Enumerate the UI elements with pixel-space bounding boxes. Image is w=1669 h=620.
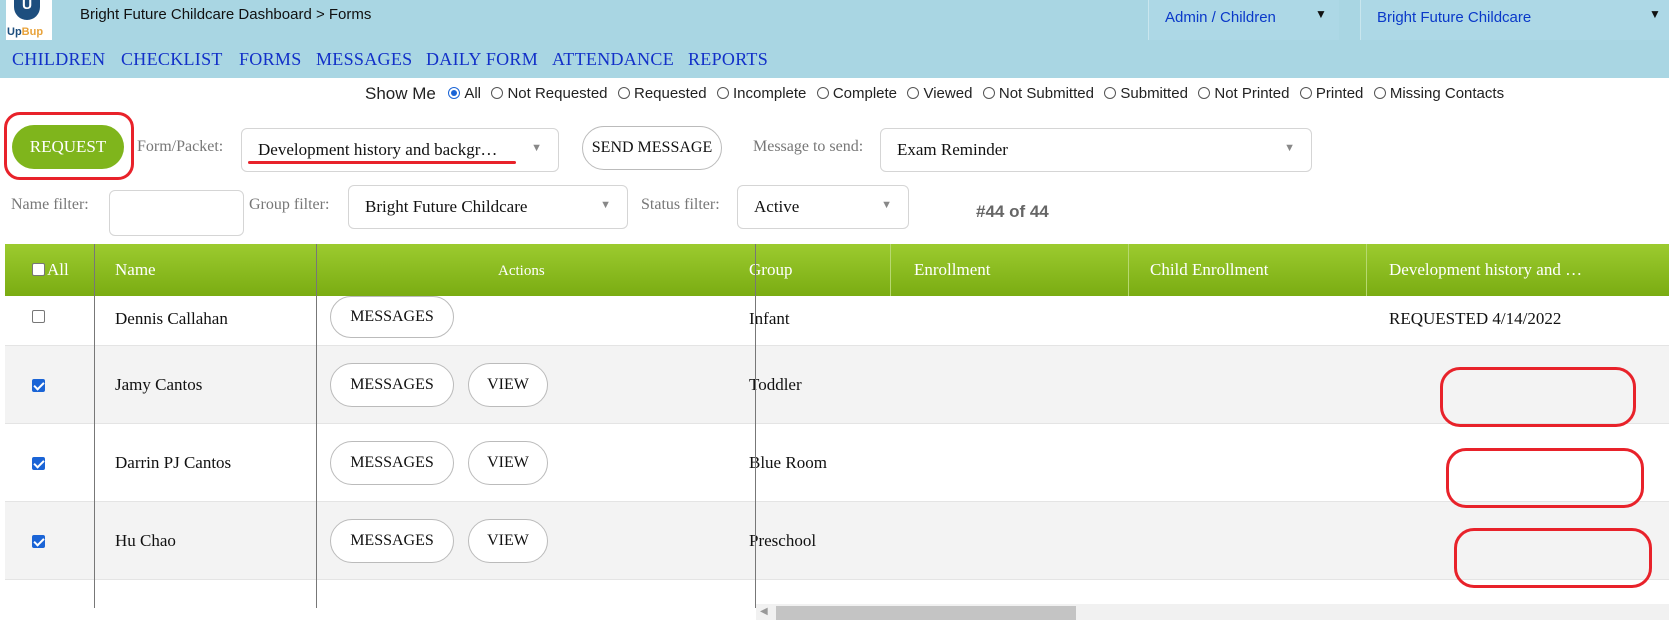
main-nav: CHILDREN CHECKLIST FORMS MESSAGES DAILY … [0,40,1669,78]
row-checkbox[interactable] [32,457,45,470]
nav-forms[interactable]: FORMS [239,49,302,70]
chevron-down-icon: ▼ [600,199,611,211]
header-all: All [47,260,69,279]
breadcrumb: Bright Future Childcare Dashboard > Form… [80,6,372,23]
header-development-history[interactable]: Development history and … [1389,260,1582,280]
form-packet-label: Form/Packet: [137,138,224,155]
child-group: Preschool [749,531,817,550]
annotation-circle [1454,528,1652,588]
form-packet-select[interactable]: Development history and backgr… ▼ [241,128,559,172]
group-filter-select[interactable]: Bright Future Childcare ▼ [348,185,628,229]
table-row[interactable]: Dennis Callahan MESSAGES Infant REQUESTE… [5,296,1669,346]
child-group: Toddler [749,375,802,394]
status-filter-label: Status filter: [641,196,720,213]
column-divider [316,244,317,608]
messages-button[interactable]: MESSAGES [330,363,454,407]
messages-button[interactable]: MESSAGES [330,296,454,338]
role-select[interactable]: Admin / Children ▼ [1148,0,1339,40]
horizontal-scrollbar[interactable]: ◀ [756,604,1669,620]
result-count: #44 of 44 [976,202,1049,221]
radio-not-printed[interactable]: Not Printed [1198,85,1289,102]
name-filter-label: Name filter: [11,196,89,213]
dev-history-status[interactable]: REQUESTED 4/14/2022 [1389,309,1561,329]
chevron-down-icon: ▼ [1284,142,1295,154]
table-header: All Name Actions Group Enrollment Child … [5,244,1669,296]
messages-button[interactable]: MESSAGES [330,519,454,563]
messages-button[interactable]: MESSAGES [330,441,454,485]
send-message-button[interactable]: SEND MESSAGE [582,126,722,170]
view-button[interactable]: VIEW [468,441,548,485]
header-name[interactable]: Name [115,260,156,280]
column-divider [94,244,95,608]
radio-requested[interactable]: Requested [617,85,707,102]
view-button[interactable]: VIEW [468,519,548,563]
name-filter-input[interactable] [109,190,244,236]
header-child-enrollment[interactable]: Child Enrollment [1150,260,1269,280]
chevron-down-icon: ▼ [881,199,892,211]
top-bar: U UpBup Bright Future Childcare Dashboar… [0,0,1669,40]
radio-printed[interactable]: Printed [1299,85,1363,102]
status-filter-select[interactable]: Active ▼ [737,185,909,229]
nav-checklist[interactable]: CHECKLIST [121,49,223,70]
radio-viewed[interactable]: Viewed [907,85,972,102]
nav-daily-form[interactable]: DAILY FORM [426,49,538,70]
header-enrollment[interactable]: Enrollment [914,260,990,280]
radio-not-submitted[interactable]: Not Submitted [982,85,1094,102]
chevron-down-icon: ▼ [531,142,542,154]
nav-attendance[interactable]: ATTENDANCE [552,49,674,70]
select-all-checkbox[interactable] [32,263,45,276]
child-name[interactable]: Hu Chao [115,531,176,551]
annotation-circle [1446,448,1644,508]
view-button[interactable]: VIEW [468,363,548,407]
message-to-send-label: Message to send: [753,138,864,155]
column-divider [755,244,756,608]
chevron-down-icon: ▼ [1315,7,1327,21]
child-name[interactable]: Jamy Cantos [115,375,202,395]
scroll-left-icon[interactable]: ◀ [760,606,768,617]
radio-complete[interactable]: Complete [816,85,897,102]
message-select[interactable]: Exam Reminder ▼ [880,128,1312,172]
radio-submitted[interactable]: Submitted [1104,85,1188,102]
child-name[interactable]: Dennis Callahan [115,309,228,329]
group-filter-label: Group filter: [249,196,330,213]
row-checkbox[interactable] [32,535,45,548]
nav-children[interactable]: CHILDREN [12,49,105,70]
radio-not-requested[interactable]: Not Requested [491,85,608,102]
nav-reports[interactable]: REPORTS [688,49,768,70]
row-checkbox[interactable] [32,379,45,392]
center-select[interactable]: Bright Future Childcare ▼ [1360,0,1669,40]
radio-missing-contacts[interactable]: Missing Contacts [1373,85,1504,102]
nav-messages[interactable]: MESSAGES [316,49,412,70]
logo-mark-icon: U [14,0,40,20]
show-me-filter: Show Me All Not Requested Requested Inco… [365,84,1505,103]
upbup-logo[interactable]: U UpBup [6,0,52,40]
row-checkbox[interactable] [32,310,45,323]
radio-all[interactable]: All [448,85,481,102]
scrollbar-thumb[interactable] [776,606,1076,620]
annotation-underline [248,161,516,164]
child-group: Blue Room [749,453,827,472]
chevron-down-icon: ▼ [1649,7,1661,21]
header-actions: Actions [498,263,545,279]
annotation-circle [1440,367,1636,427]
annotation-circle [4,112,134,180]
radio-incomplete[interactable]: Incomplete [717,85,806,102]
table-row[interactable]: Darrin PJ Cantos MESSAGES VIEW Blue Room [5,424,1669,502]
table-row[interactable]: Jamy Cantos MESSAGES VIEW Toddler [5,346,1669,424]
child-name[interactable]: Darrin PJ Cantos [115,453,231,473]
table-row[interactable]: Hu Chao MESSAGES VIEW Preschool [5,502,1669,580]
